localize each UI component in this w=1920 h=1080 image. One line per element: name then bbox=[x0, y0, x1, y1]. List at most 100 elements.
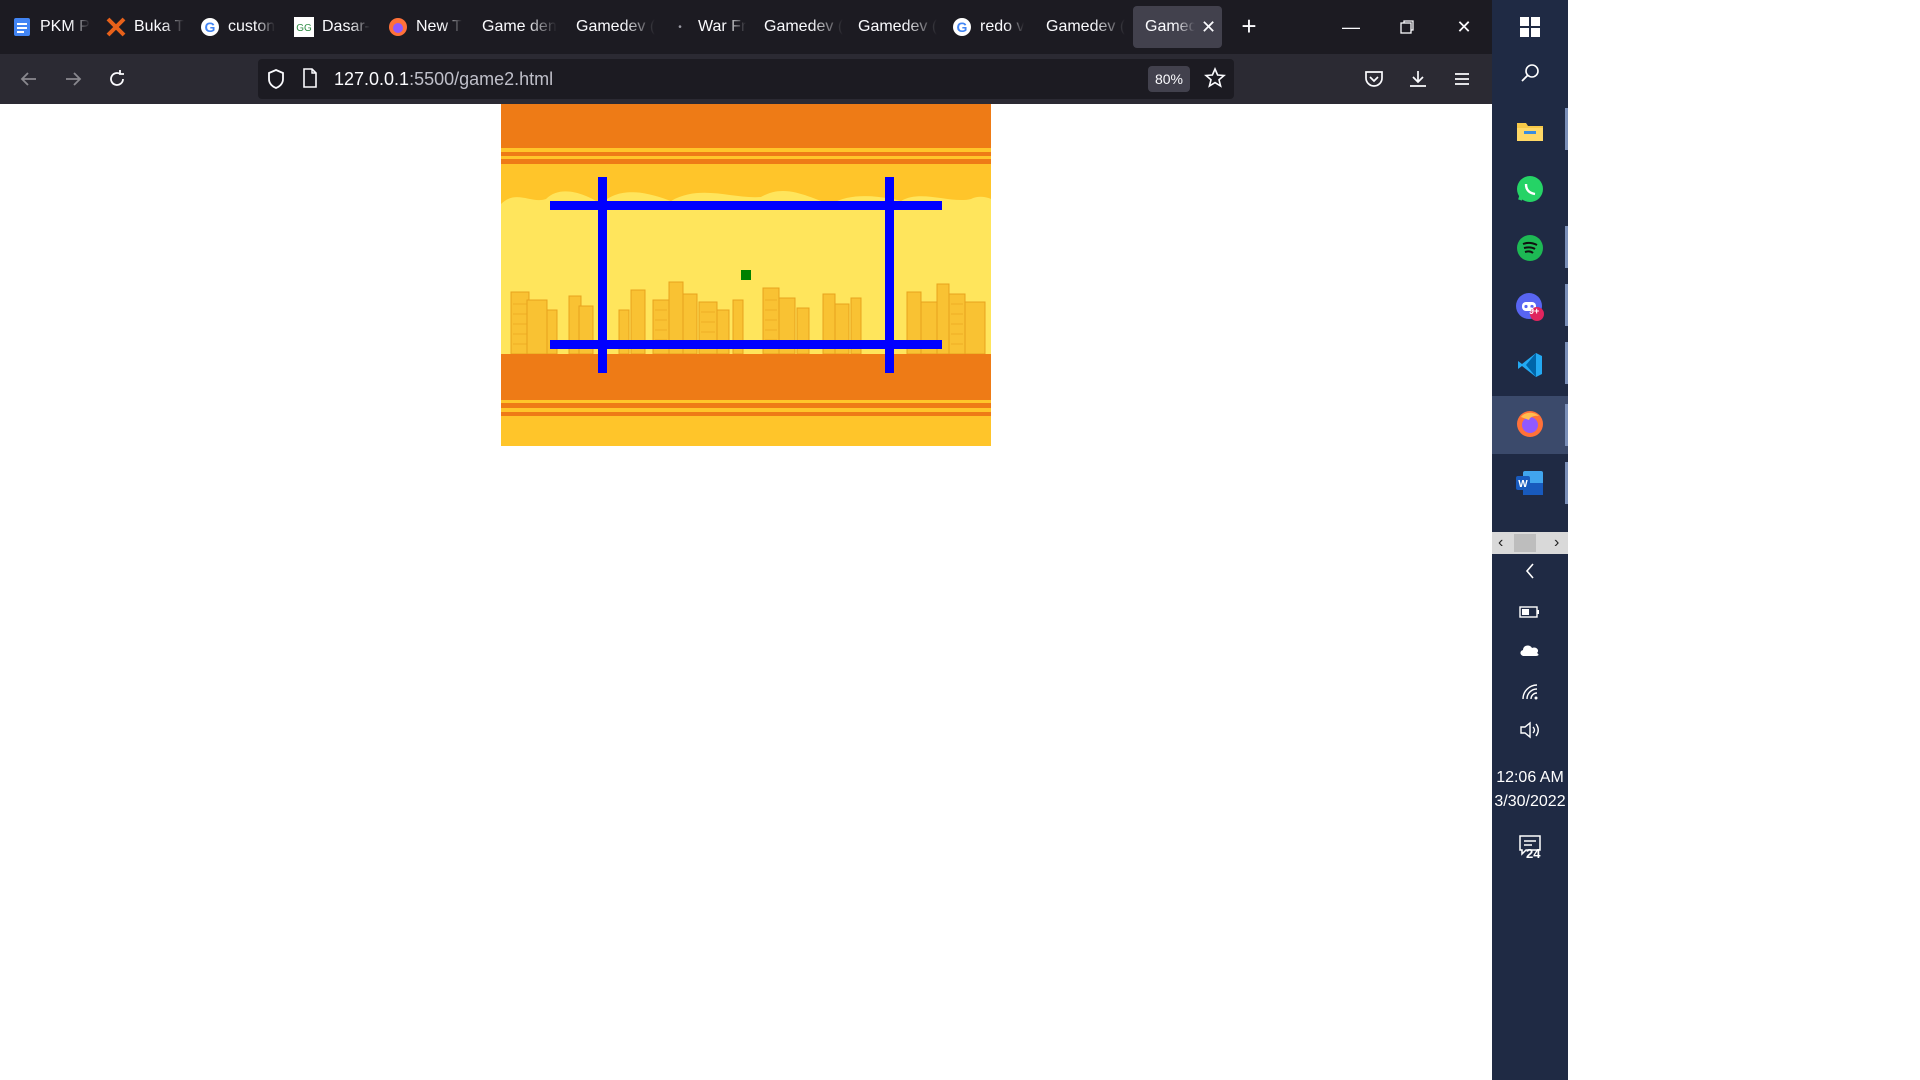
show-hidden-icons-button[interactable] bbox=[1492, 562, 1568, 585]
sky-band-top bbox=[501, 104, 991, 148]
sky-stripe bbox=[501, 159, 991, 164]
tab-redo[interactable]: G redo v bbox=[940, 6, 1034, 48]
onedrive-button[interactable] bbox=[1492, 642, 1568, 663]
restore-button[interactable] bbox=[1392, 10, 1422, 44]
star-icon[interactable] bbox=[1204, 66, 1226, 94]
game-canvas[interactable] bbox=[501, 104, 991, 446]
tab-gamedev-active[interactable]: Gamedev ✕ bbox=[1133, 6, 1222, 48]
file-explorer-button[interactable] bbox=[1511, 112, 1549, 150]
volume-button[interactable] bbox=[1492, 720, 1568, 745]
sky-stripe bbox=[501, 152, 991, 156]
tab-buka[interactable]: Buka T bbox=[94, 6, 188, 48]
tab-label: Buka T bbox=[134, 18, 185, 35]
tab-gamedev[interactable]: Gamedev ( bbox=[564, 6, 658, 48]
search-button[interactable] bbox=[1511, 54, 1549, 92]
shield-icon[interactable] bbox=[266, 68, 286, 95]
taskbar-scrollbar[interactable]: ‹ › bbox=[1492, 532, 1568, 554]
svg-text:G: G bbox=[957, 19, 968, 35]
tab-game-den[interactable]: Game den bbox=[470, 6, 564, 48]
player-square bbox=[741, 270, 751, 280]
tab-gamedev[interactable]: Gamedev ( bbox=[1034, 6, 1128, 48]
tab-bar: PKM P Buka T G custon GG Dasar- New T Ga… bbox=[0, 0, 1492, 54]
discord-badge: 9+ bbox=[1529, 306, 1540, 316]
svg-text:W: W bbox=[1518, 479, 1528, 490]
pinned-indicator bbox=[1565, 284, 1568, 326]
reload-button[interactable] bbox=[103, 65, 131, 93]
ground-stripe bbox=[501, 412, 991, 416]
tab-dasar[interactable]: GG Dasar- bbox=[282, 6, 376, 48]
ground-stripe bbox=[501, 408, 991, 412]
frame-bar-right bbox=[885, 177, 894, 373]
tab-label: Game den bbox=[482, 18, 557, 35]
battery-button[interactable] bbox=[1492, 604, 1568, 624]
search-icon bbox=[1521, 64, 1539, 82]
hamburger-icon bbox=[1455, 73, 1469, 85]
nav-bar: 127.0.0.1:5500/game2.html 80% bbox=[0, 54, 1492, 104]
pocket-button[interactable] bbox=[1360, 65, 1388, 93]
tab-label: custon bbox=[228, 18, 276, 35]
tab-label: Gamedev ( bbox=[576, 18, 656, 35]
cloud-icon bbox=[1520, 645, 1539, 656]
game-scene bbox=[501, 104, 991, 446]
clock-time: 12:06 AM bbox=[1496, 769, 1564, 786]
tab-new[interactable]: New T bbox=[376, 6, 470, 48]
wifi-icon bbox=[1522, 684, 1538, 700]
chevron-left-icon bbox=[1525, 563, 1534, 579]
new-tab-button[interactable]: + bbox=[1234, 12, 1264, 42]
whatsapp-icon bbox=[1517, 176, 1543, 202]
tab-pkm[interactable]: PKM P bbox=[0, 6, 94, 48]
pinned-indicator bbox=[1565, 108, 1568, 150]
word-icon: W bbox=[1516, 471, 1543, 495]
page-icon[interactable] bbox=[302, 68, 318, 93]
url-path: :5500/game2.html bbox=[409, 69, 554, 89]
scroll-thumb[interactable] bbox=[1514, 534, 1536, 552]
geeksforgeeks-icon: GG bbox=[294, 17, 314, 37]
browser-window: PKM P Buka T G custon GG Dasar- New T Ga… bbox=[0, 0, 1492, 1080]
back-button[interactable] bbox=[15, 65, 43, 93]
menu-button[interactable] bbox=[1448, 65, 1476, 93]
url-text[interactable]: 127.0.0.1:5500/game2.html bbox=[334, 69, 553, 90]
vscode-button[interactable] bbox=[1511, 346, 1549, 384]
network-button[interactable] bbox=[1492, 682, 1568, 707]
frame-bar-bottom bbox=[550, 340, 942, 349]
close-window-button[interactable]: ✕ bbox=[1449, 10, 1479, 44]
forward-button[interactable] bbox=[59, 65, 87, 93]
tab-gamedev[interactable]: Gamedev ( bbox=[752, 6, 846, 48]
file-explorer-icon bbox=[1517, 123, 1543, 141]
zoom-level-button[interactable]: 80% bbox=[1148, 66, 1190, 92]
close-tab-icon[interactable]: ✕ bbox=[1201, 17, 1216, 38]
download-icon bbox=[1410, 71, 1426, 87]
discord-button[interactable]: 9+ bbox=[1511, 288, 1549, 326]
pinned-indicator bbox=[1565, 404, 1568, 446]
sky-stripe bbox=[501, 156, 991, 159]
url-bar[interactable]: 127.0.0.1:5500/game2.html 80% bbox=[258, 59, 1234, 99]
scroll-left-icon[interactable]: ‹ bbox=[1498, 532, 1503, 554]
minimize-button[interactable]: — bbox=[1336, 10, 1366, 44]
clock[interactable]: 12:06 AM 3/30/2022 bbox=[1492, 766, 1568, 814]
notification-count: 24 bbox=[1526, 846, 1541, 861]
spotify-button[interactable] bbox=[1511, 229, 1549, 267]
ground-base bbox=[501, 416, 991, 446]
downloads-button[interactable] bbox=[1404, 65, 1432, 93]
word-button[interactable]: W bbox=[1511, 464, 1549, 502]
spotify-icon bbox=[1517, 235, 1543, 261]
tab-war[interactable]: • War Fr bbox=[658, 6, 752, 48]
x-logo-icon bbox=[106, 17, 126, 37]
tab-custom[interactable]: G custon bbox=[188, 6, 282, 48]
tab-label: Gamedev ( bbox=[764, 18, 844, 35]
url-host: 127.0.0.1 bbox=[334, 69, 410, 89]
battery-icon bbox=[1519, 606, 1539, 618]
pinned-indicator bbox=[1565, 226, 1568, 268]
firefox-button[interactable] bbox=[1511, 405, 1549, 443]
whatsapp-button[interactable] bbox=[1511, 170, 1549, 208]
sky-stripe bbox=[501, 148, 991, 152]
scroll-right-icon[interactable]: › bbox=[1554, 532, 1559, 554]
tab-gamedev[interactable]: Gamedev ( bbox=[846, 6, 940, 48]
windows-start-button[interactable] bbox=[1511, 8, 1549, 46]
docs-icon bbox=[12, 17, 32, 37]
tab-label: War Fr bbox=[698, 18, 747, 35]
tab-label: redo v bbox=[980, 18, 1025, 35]
ground-stripe bbox=[501, 403, 991, 408]
tab-label: Gamedev ( bbox=[858, 18, 938, 35]
pocket-icon bbox=[1365, 71, 1383, 87]
